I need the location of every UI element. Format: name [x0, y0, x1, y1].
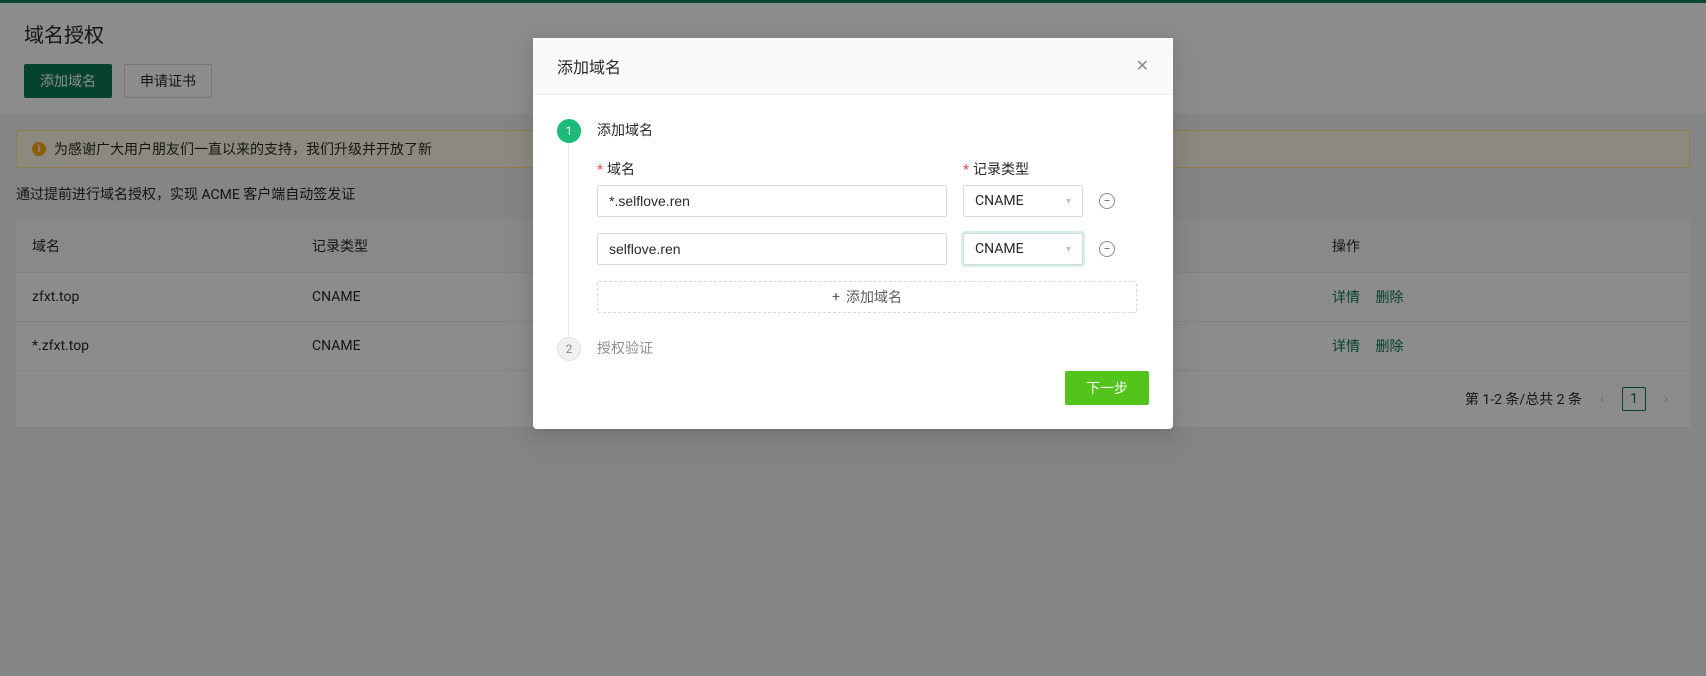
label-record-type: *记录类型: [963, 159, 1083, 179]
step-tail: [568, 143, 569, 337]
chevron-down-icon: ▾: [1066, 196, 1071, 207]
add-row-button[interactable]: + 添加域名: [597, 281, 1137, 313]
remove-row-icon[interactable]: −: [1099, 193, 1115, 209]
steps: 1 添加域名 *域名 *记录类型 CNAME ▾ −: [557, 119, 1149, 361]
domain-row: CNAME ▾ −: [597, 233, 1149, 265]
select-value: CNAME: [975, 241, 1024, 257]
step-1-icon: 1: [557, 119, 581, 143]
record-type-select[interactable]: CNAME ▾: [963, 185, 1083, 217]
add-domain-modal: 添加域名 ✕ 1 添加域名 *域名 *记录类型 CNAME ▾: [533, 38, 1173, 429]
step-1-content: *域名 *记录类型 CNAME ▾ − CNAME ▾: [557, 143, 1149, 337]
domain-row: CNAME ▾ −: [597, 185, 1149, 217]
add-row-label: 添加域名: [846, 287, 902, 307]
step-1: 1 添加域名: [557, 119, 1149, 143]
domain-input[interactable]: [597, 185, 947, 217]
step-1-title: 添加域名: [597, 119, 653, 143]
modal-body: 1 添加域名 *域名 *记录类型 CNAME ▾ −: [533, 95, 1173, 361]
modal-header: 添加域名 ✕: [533, 38, 1173, 95]
plus-icon: +: [832, 289, 840, 305]
remove-row-icon[interactable]: −: [1099, 241, 1115, 257]
close-icon[interactable]: ✕: [1136, 58, 1149, 74]
next-button[interactable]: 下一步: [1065, 371, 1149, 405]
record-type-select[interactable]: CNAME ▾: [963, 233, 1083, 265]
step-2-title: 授权验证: [597, 337, 653, 361]
modal-title: 添加域名: [557, 54, 621, 78]
step-2: 2 授权验证: [557, 337, 1149, 361]
modal-footer: 下一步: [533, 361, 1173, 429]
select-value: CNAME: [975, 193, 1024, 209]
label-domain: *域名: [597, 159, 947, 179]
form-labels: *域名 *记录类型: [597, 159, 1149, 179]
domain-input[interactable]: [597, 233, 947, 265]
chevron-down-icon: ▾: [1066, 244, 1071, 255]
step-2-icon: 2: [557, 337, 581, 361]
